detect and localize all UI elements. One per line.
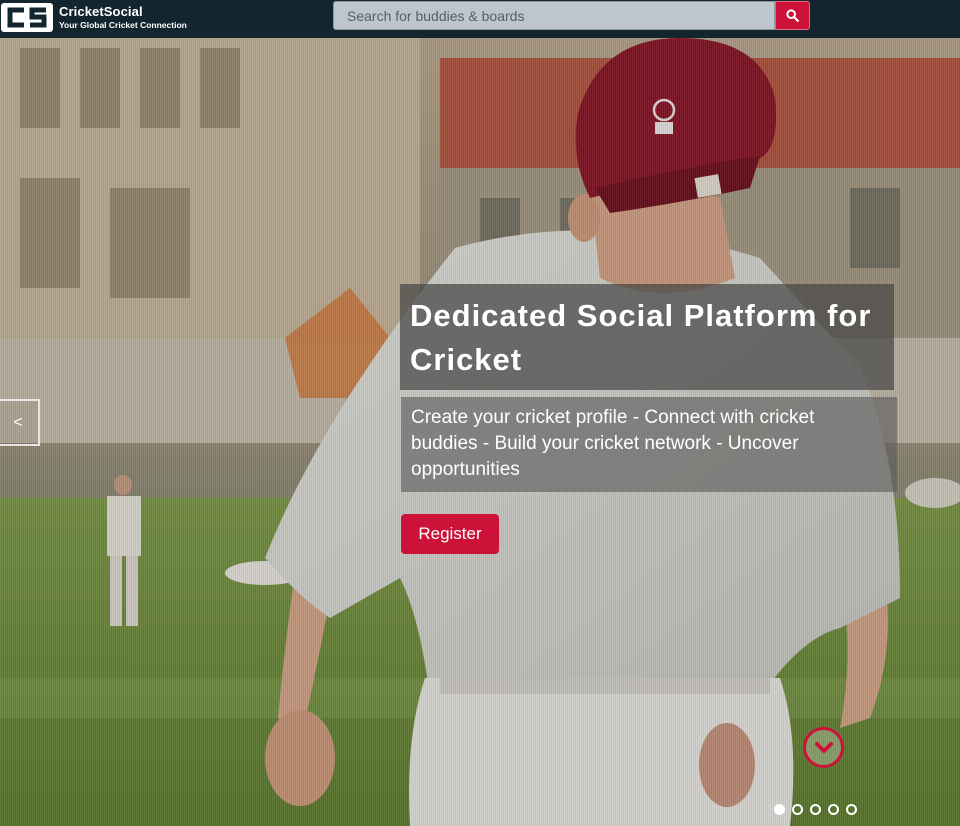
carousel-dot-1[interactable] — [774, 804, 785, 815]
carousel-indicators — [774, 804, 857, 815]
carousel-dot-4[interactable] — [828, 804, 839, 815]
carousel-dot-3[interactable] — [810, 804, 821, 815]
chevron-down-icon — [814, 741, 833, 753]
brand-tagline: Your Global Cricket Connection — [59, 20, 187, 31]
subtext-panel: Create your cricket profile - Connect wi… — [401, 397, 897, 492]
hero-subtext: Create your cricket profile - Connect wi… — [411, 407, 815, 480]
search-icon — [786, 9, 799, 22]
top-navbar: CricketSocial Your Global Cricket Connec… — [0, 0, 960, 38]
cs-logo-mark — [1, 3, 53, 32]
search-input[interactable] — [333, 1, 775, 30]
brand-logo[interactable]: CricketSocial Your Global Cricket Connec… — [0, 1, 187, 34]
brand-text: CricketSocial Your Global Cricket Connec… — [59, 5, 187, 30]
carousel-dot-5[interactable] — [846, 804, 857, 815]
brand-name: CricketSocial — [59, 4, 143, 20]
search-button[interactable] — [775, 1, 810, 30]
hero-headline: Dedicated Social Platform for Cricket — [410, 298, 872, 377]
carousel-prev-button[interactable]: < — [0, 399, 40, 446]
headline-panel: Dedicated Social Platform for Cricket — [400, 284, 894, 390]
scroll-down-button[interactable] — [803, 727, 844, 768]
carousel-dot-2[interactable] — [792, 804, 803, 815]
register-button[interactable]: Register — [401, 514, 499, 554]
hero-carousel: < Dedicated Social Platform for Cricket … — [0, 38, 960, 826]
